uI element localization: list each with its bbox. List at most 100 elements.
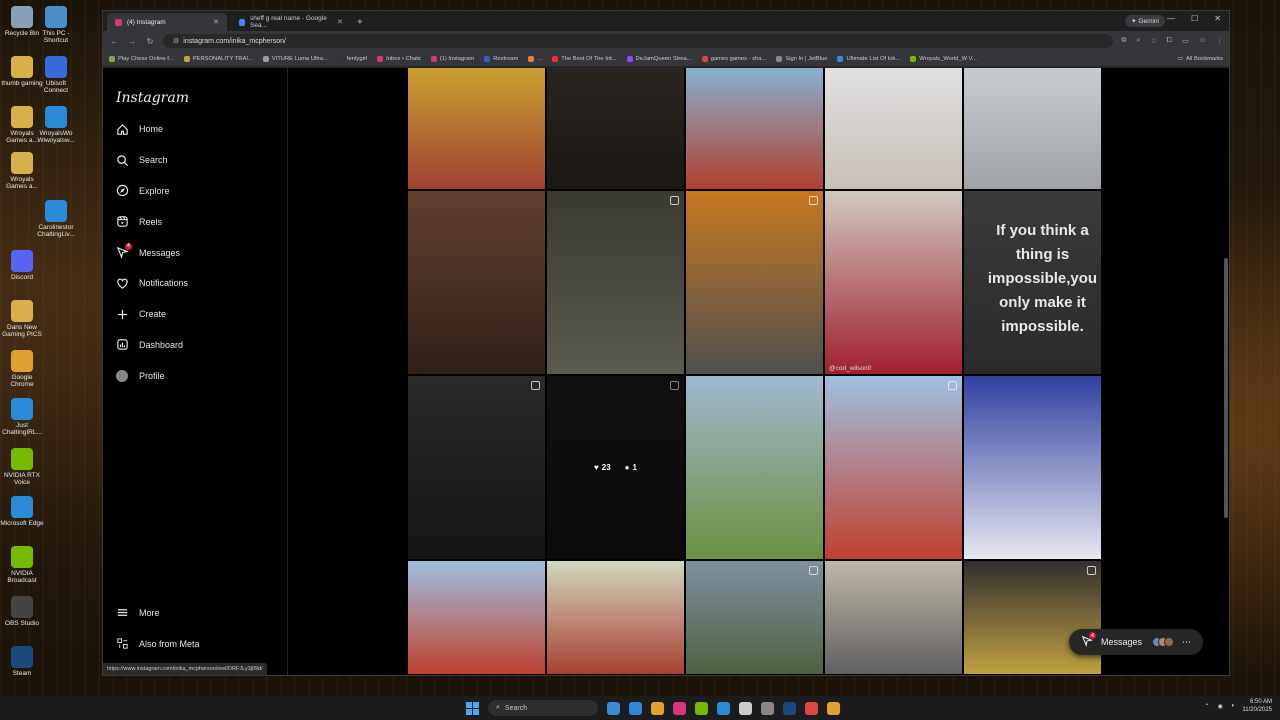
- site-info-icon[interactable]: ⚙: [173, 37, 179, 45]
- bookmark-item[interactable]: Play Chess Online f...: [109, 55, 174, 62]
- bookmark-item[interactable]: The Best Of The Int...: [552, 55, 617, 62]
- bookmark-item[interactable]: Sign In | JetBlue: [776, 55, 827, 62]
- post-thumbnail[interactable]: [408, 561, 545, 674]
- desktop-icon[interactable]: Just ChattingIRL...: [0, 398, 44, 437]
- desktop-icon[interactable]: OBS Studio: [0, 596, 44, 627]
- bookmark-item[interactable]: VITURE Luma Ultra...: [262, 55, 328, 62]
- desktop-icon[interactable]: Dans New Gaming PICS: [0, 300, 44, 339]
- gemini-button[interactable]: ✦ Gemini: [1125, 15, 1165, 27]
- nav-search[interactable]: Search: [115, 145, 287, 176]
- taskbar-app-icon[interactable]: [607, 701, 620, 715]
- desktop-icon[interactable]: NVIDIA Broadcast: [0, 546, 44, 585]
- nav-notifications[interactable]: Notifications: [115, 268, 287, 299]
- post-thumbnail[interactable]: [408, 68, 545, 189]
- desktop-icon[interactable]: Ubisoft Connect: [34, 56, 78, 95]
- tab-google-search[interactable]: sheff g real name - Google Sea... ✕: [231, 13, 351, 31]
- nav-dashboard[interactable]: Dashboard: [115, 330, 287, 361]
- maximize-icon[interactable]: ☐: [1191, 14, 1198, 23]
- taskbar-app-icon[interactable]: [783, 701, 796, 715]
- zoom-icon[interactable]: ⌕: [1136, 37, 1140, 45]
- desktop-icon[interactable]: Steam: [0, 646, 44, 677]
- desktop-icon[interactable]: NVIDIA RTX Voice: [0, 448, 44, 487]
- desktop-icon[interactable]: Carolinestor ChattingLiv...: [34, 200, 78, 239]
- all-bookmarks-button[interactable]: ▭ All Bookmarks: [1177, 56, 1223, 62]
- clock[interactable]: 6:50 AM 11/20/2025: [1242, 698, 1272, 714]
- post-thumbnail[interactable]: [825, 561, 962, 674]
- close-tab-icon[interactable]: ✕: [213, 18, 219, 26]
- chevron-up-icon[interactable]: ⌃: [1205, 703, 1210, 710]
- post-thumbnail[interactable]: [964, 376, 1101, 559]
- bookmark-item[interactable]: Restream: [484, 55, 518, 62]
- taskbar-app-icon[interactable]: [673, 701, 686, 715]
- taskbar-app-icon[interactable]: [717, 701, 730, 715]
- post-thumbnail[interactable]: [686, 191, 823, 374]
- tab-instagram[interactable]: (4) Instagram ✕: [107, 13, 227, 31]
- bookmark-item[interactable]: PERSONALITY TRAI...: [183, 55, 253, 62]
- nav-profile[interactable]: Profile: [115, 360, 287, 391]
- desktop-icon[interactable]: Google Chrome: [0, 350, 44, 389]
- post-thumbnail[interactable]: [547, 68, 684, 189]
- taskbar-app-icon[interactable]: [761, 701, 774, 715]
- instagram-logo[interactable]: Instagram: [116, 90, 287, 114]
- bookmark-item[interactable]: Ultimate List Of Iok...: [837, 55, 900, 62]
- post-thumbnail[interactable]: [547, 191, 684, 374]
- extensions-icon[interactable]: ⧠: [1167, 37, 1173, 45]
- new-tab-button[interactable]: +: [357, 13, 363, 31]
- menu-icon[interactable]: ⋮: [1216, 37, 1223, 45]
- profile-icon[interactable]: ☺: [1199, 37, 1206, 45]
- post-thumbnail[interactable]: [825, 376, 962, 559]
- nav-explore[interactable]: Explore: [115, 176, 287, 207]
- post-thumbnail[interactable]: @cod_wilson0: [825, 191, 962, 374]
- network-icon[interactable]: ◉: [1218, 703, 1223, 710]
- sidebar-icon[interactable]: ▭: [1182, 37, 1189, 45]
- bookmark-star-icon[interactable]: ☆: [1150, 37, 1156, 45]
- forward-icon[interactable]: →: [127, 37, 137, 46]
- reload-icon[interactable]: ↻: [145, 37, 155, 46]
- post-thumbnail[interactable]: [408, 376, 545, 559]
- nav-reels[interactable]: Reels: [115, 206, 287, 237]
- desktop-icon[interactable]: Wroyals Games a...: [0, 152, 44, 191]
- bookmark-item[interactable]: (1) Instagram: [430, 55, 474, 62]
- minimize-icon[interactable]: —: [1167, 14, 1175, 23]
- desktop-icon[interactable]: WroyalsWo Wiwoyalsw...: [34, 106, 78, 145]
- bookmark-item[interactable]: Inbox • Chats: [377, 55, 421, 62]
- desktop-icon[interactable]: Discord: [0, 250, 44, 281]
- taskbar-app-icon[interactable]: [651, 701, 664, 715]
- post-thumbnail[interactable]: ♥ 23 ● 1: [547, 376, 684, 559]
- back-icon[interactable]: ←: [109, 37, 119, 46]
- bookmark-item[interactable]: ...: [528, 55, 542, 62]
- close-tab-icon[interactable]: ✕: [337, 18, 343, 26]
- post-thumbnail[interactable]: If you think a thing is impossible,you o…: [964, 191, 1101, 374]
- address-bar[interactable]: ⚙ instagram.com/inika_mcpherson/: [163, 34, 1114, 48]
- nav-more[interactable]: More: [115, 597, 200, 628]
- more-dots-icon[interactable]: ⋯: [1182, 637, 1191, 648]
- desktop-icon[interactable]: Microsoft Edge: [0, 496, 44, 527]
- nav-also-from-meta[interactable]: Also from Meta: [115, 628, 200, 659]
- taskbar-app-icon[interactable]: [629, 701, 642, 715]
- page-scrollbar[interactable]: [1224, 258, 1228, 518]
- post-thumbnail[interactable]: [686, 68, 823, 189]
- taskbar-app-icon[interactable]: [739, 701, 752, 715]
- taskbar-search[interactable]: ⌕ Search: [488, 700, 598, 716]
- nav-create[interactable]: Create: [115, 299, 287, 330]
- close-window-icon[interactable]: ✕: [1214, 14, 1221, 23]
- bookmark-item[interactable]: Wroyals_World_W V...: [910, 55, 977, 62]
- bookmark-item[interactable]: DeJamQueen Strea...: [626, 55, 692, 62]
- bookmark-item[interactable]: games games - sha...: [701, 55, 766, 62]
- install-icon[interactable]: ⧉: [1121, 37, 1126, 45]
- post-thumbnail[interactable]: [964, 68, 1101, 189]
- messages-floating-button[interactable]: 4 Messages ⋯: [1068, 629, 1203, 655]
- nav-home[interactable]: Home: [115, 114, 287, 145]
- post-thumbnail[interactable]: [408, 191, 545, 374]
- post-thumbnail[interactable]: [964, 561, 1101, 674]
- post-thumbnail[interactable]: [686, 376, 823, 559]
- post-thumbnail[interactable]: [825, 68, 962, 189]
- desktop-icon[interactable]: This PC - Shortcut: [34, 6, 78, 45]
- bookmark-item[interactable]: fentygirl: [337, 55, 367, 62]
- taskbar-app-icon[interactable]: [827, 701, 840, 715]
- taskbar-app-icon[interactable]: [695, 701, 708, 715]
- volume-icon[interactable]: ◖: [1231, 703, 1235, 709]
- start-icon[interactable]: [466, 701, 479, 715]
- nav-messages[interactable]: 4 Messages: [115, 237, 287, 268]
- taskbar-app-icon[interactable]: [805, 701, 818, 715]
